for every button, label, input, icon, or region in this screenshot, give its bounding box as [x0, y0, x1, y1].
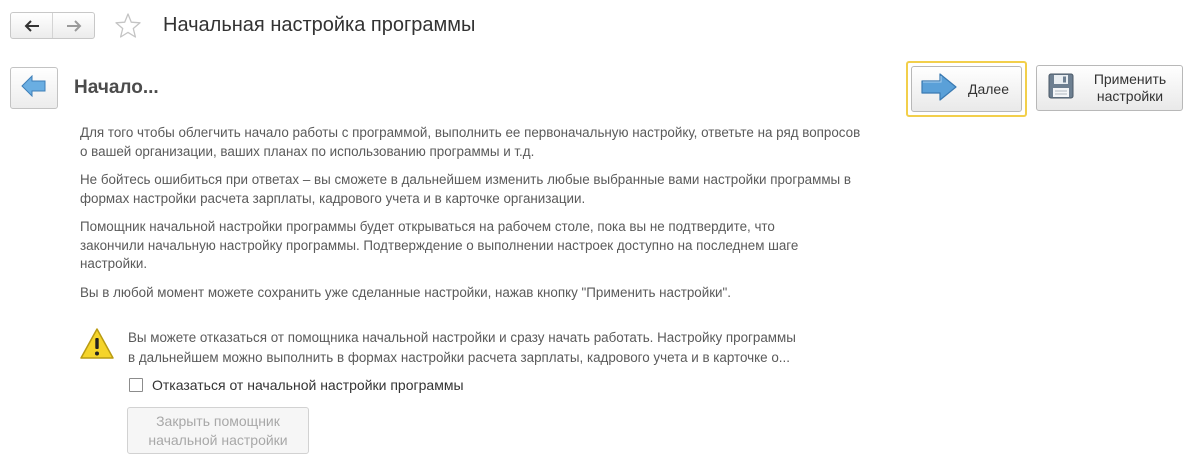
- intro-paragraph-2-line1: Не бойтесь ошибиться при ответах – вы см…: [80, 172, 851, 187]
- intro-paragraph-4: Вы в любой момент можете сохранить уже с…: [80, 284, 732, 300]
- arrow-left-icon: [24, 19, 40, 32]
- apply-settings-label: Применить настройки: [1089, 71, 1171, 105]
- decline-setup-checkbox[interactable]: [129, 378, 143, 392]
- next-button-focus-frame: Далее: [906, 61, 1027, 117]
- forward-button[interactable]: [52, 13, 94, 38]
- intro-paragraph-3-line2: закончили начальную настройку программы.…: [80, 237, 799, 253]
- intro-paragraph-3-line3: настройки.: [80, 256, 148, 271]
- close-wizard-label-line1: Закрыть помощник: [156, 412, 280, 429]
- star-icon[interactable]: [114, 12, 142, 45]
- warning-line2: в дальнейшем можно выполнить в формах на…: [128, 350, 790, 365]
- warning-icon: [79, 327, 115, 366]
- intro-paragraph-2: Не бойтесь ошибиться при ответах – вы см…: [80, 171, 980, 208]
- intro-paragraph-3-line1: Помощник начальной настройки программы б…: [80, 219, 775, 234]
- apply-label-line1: Применить: [1093, 71, 1167, 87]
- floppy-disk-icon: [1047, 72, 1075, 105]
- back-button[interactable]: [11, 13, 52, 38]
- next-button-label: Далее: [968, 81, 1010, 97]
- close-wizard-button[interactable]: Закрыть помощник начальной настройки: [127, 407, 309, 454]
- intro-paragraph-2-line2: формах настройки расчета зарплаты, кадро…: [80, 190, 586, 206]
- close-wizard-label: Закрыть помощник начальной настройки: [148, 412, 287, 450]
- history-nav: [10, 12, 95, 39]
- previous-step-button[interactable]: [10, 67, 58, 109]
- blue-arrow-left-icon: [21, 74, 47, 102]
- intro-paragraph-1: Для того чтобы облегчить начало работы с…: [80, 125, 861, 159]
- decline-setup-label[interactable]: Отказаться от начальной настройки програ…: [152, 377, 464, 393]
- warning-message: Вы можете отказаться от помощника началь…: [128, 328, 908, 368]
- intro-text: Для того чтобы облегчить начало работы с…: [80, 124, 980, 312]
- arrow-right-icon: [66, 19, 82, 32]
- next-button[interactable]: Далее: [911, 66, 1022, 112]
- warning-line1: Вы можете отказаться от помощника началь…: [128, 330, 796, 345]
- intro-paragraph-3: Помощник начальной настройки программы б…: [80, 218, 980, 274]
- apply-settings-button[interactable]: Применить настройки: [1036, 65, 1183, 111]
- close-wizard-label-line2: начальной настройки: [148, 431, 288, 448]
- decline-setup-checkbox-row[interactable]: Отказаться от начальной настройки програ…: [129, 377, 464, 393]
- window-title: Начальная настройка программы: [163, 14, 476, 36]
- step-title: Начало...: [74, 77, 159, 98]
- apply-label-line2: настройки: [1096, 88, 1164, 104]
- blue-arrow-right-icon: [920, 72, 958, 107]
